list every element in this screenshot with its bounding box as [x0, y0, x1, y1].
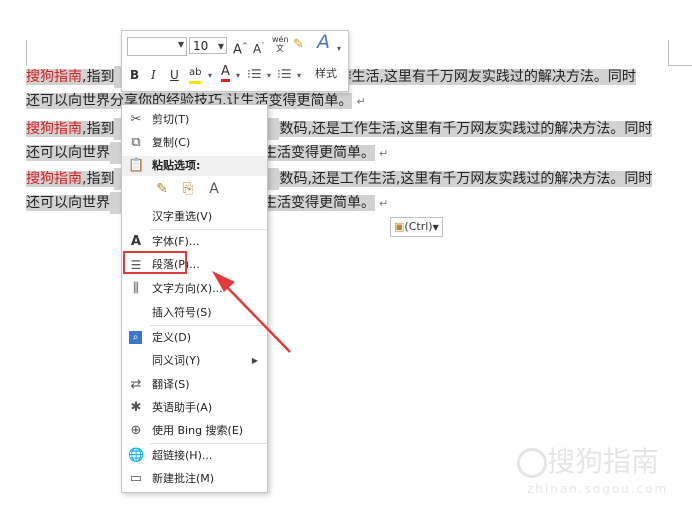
watermark-logo: 搜狗指南 — [517, 440, 659, 480]
watermark-url: zhinan.sogou.com — [527, 482, 669, 496]
document-page[interactable]: 搜狗指南,指到 作生活,这里有千万网友实践过的解决方法。同时 还可以向世界分享你的… — [0, 0, 692, 526]
